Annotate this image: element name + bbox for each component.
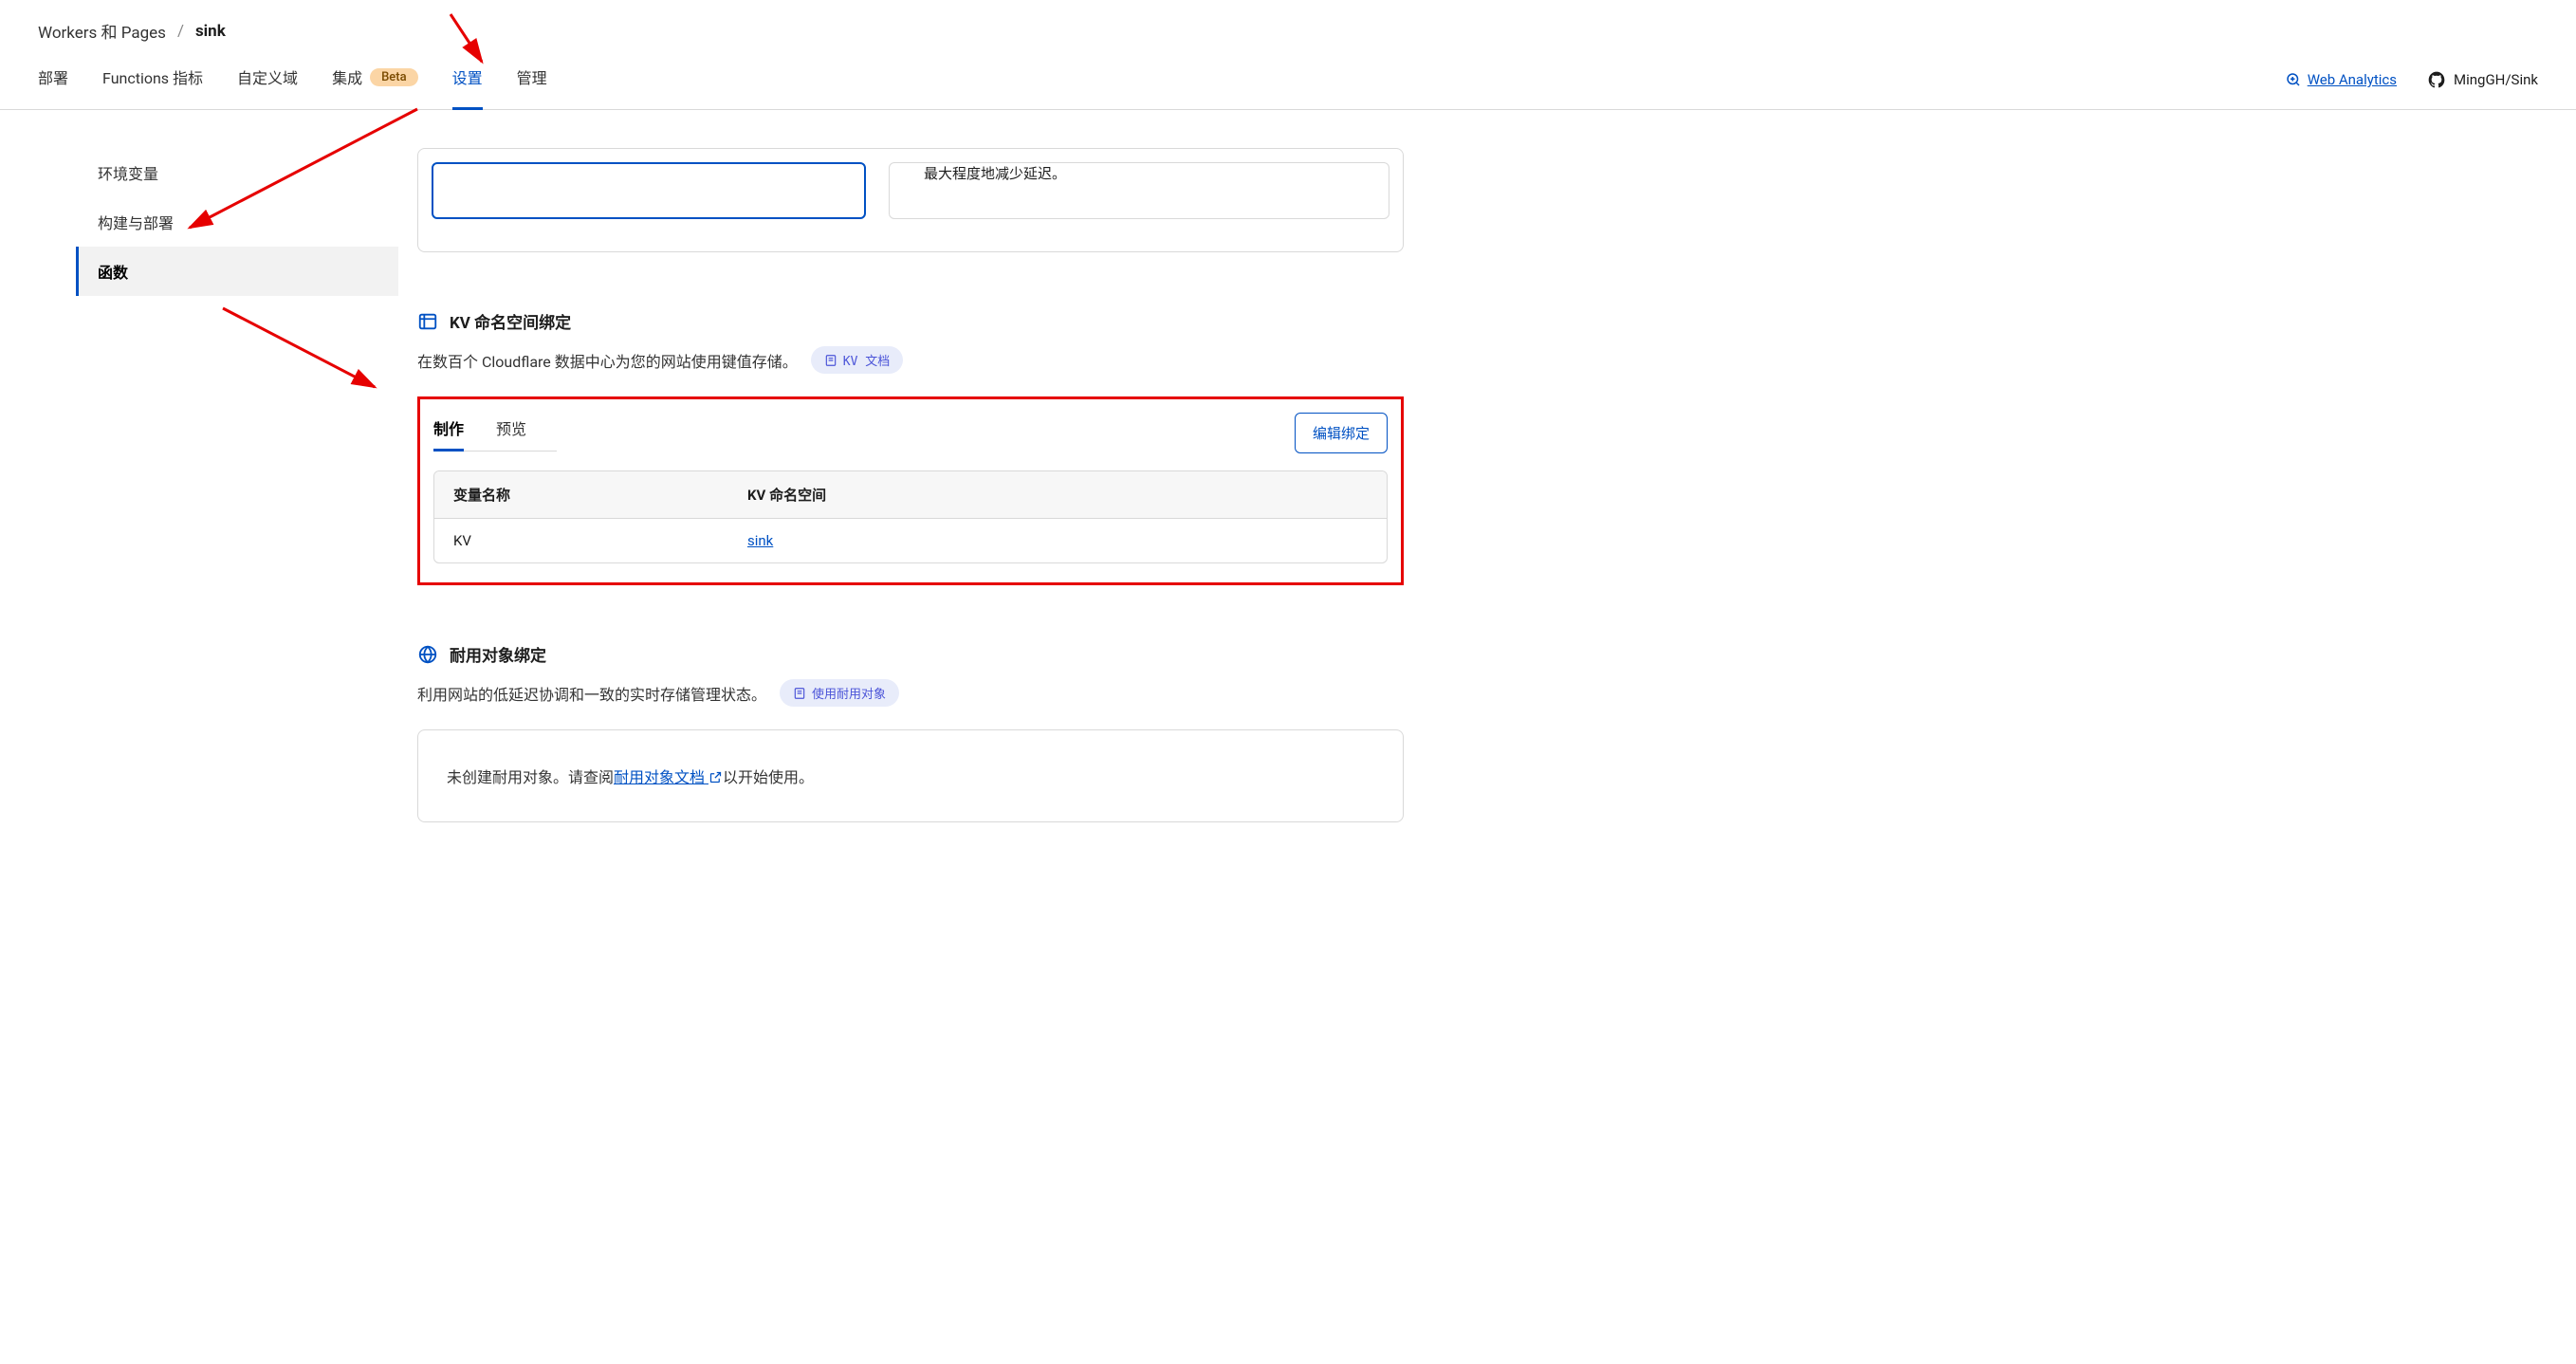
durable-section-desc: 利用网站的低延迟协调和一致的实时存储管理状态。 [417,682,766,705]
doc-icon [793,687,806,700]
kv-doc-label: KV 文档 [843,351,890,369]
breadcrumb-current: sink [195,22,226,41]
kv-section-desc: 在数百个 Cloudflare 数据中心为您的网站使用键值存储。 [417,349,798,372]
option-card-selected[interactable] [432,162,866,219]
web-analytics-link[interactable]: Web Analytics [2285,71,2397,88]
kv-col-namespace: KV 命名空间 [747,485,1368,505]
kv-section-title: KV 命名空间绑定 [450,309,571,333]
kv-doc-badge[interactable]: KV 文档 [811,346,903,374]
durable-placeholder-suffix: 以开始使用。 [723,768,814,786]
breadcrumb: Workers 和 Pages / sink [38,19,2538,43]
github-repo-label: MingGH/Sink [2454,71,2538,88]
github-repo-link[interactable]: MingGH/Sink [2427,70,2538,89]
sub-tab-preview[interactable]: 预览 [496,416,526,452]
tab-settings[interactable]: 设置 [452,65,483,110]
kv-binding-section: KV 命名空间绑定 在数百个 Cloudflare 数据中心为您的网站使用键值存… [417,309,1404,585]
tab-integration[interactable]: 集成 Beta [332,65,418,110]
web-analytics-label: Web Analytics [2308,71,2397,88]
durable-placeholder-prefix: 未创建耐用对象。请查阅 [447,768,614,786]
kv-col-variable-name: 变量名称 [453,485,747,505]
sub-tab-production[interactable]: 制作 [433,416,464,452]
kv-row-name: KV [453,532,747,549]
kv-table-row: KV sink [434,519,1387,562]
edit-binding-button[interactable]: 编辑绑定 [1295,413,1388,453]
sidebar-item-build[interactable]: 构建与部署 [76,197,398,247]
tab-manage[interactable]: 管理 [517,65,547,110]
analytics-icon [2285,71,2302,88]
durable-doc-label: 使用耐用对象 [812,684,886,702]
breadcrumb-sep: / [177,22,184,41]
kv-row-namespace-link[interactable]: sink [747,532,773,549]
durable-section-desc-row: 利用网站的低延迟协调和一致的实时存储管理状态。 使用耐用对象 [417,679,1404,707]
external-link-icon [708,770,723,784]
durable-section-title: 耐用对象绑定 [450,642,546,666]
tab-functions-metrics[interactable]: Functions 指标 [102,65,203,110]
sidebar-item-functions[interactable]: 函数 [76,247,398,296]
doc-icon [824,354,837,367]
settings-sidebar: 环境变量 构建与部署 函数 [76,148,398,822]
sidebar-item-env[interactable]: 环境变量 [76,148,398,197]
kv-card-icon [417,311,438,332]
option-card-other[interactable]: 最大程度地减少延迟。 [889,162,1389,219]
globe-icon [417,644,438,665]
beta-badge: Beta [370,68,418,86]
durable-binding-section: 耐用对象绑定 利用网站的低延迟协调和一致的实时存储管理状态。 使用耐用对象 未创… [417,642,1404,822]
tab-deploy[interactable]: 部署 [38,65,68,110]
breadcrumb-root[interactable]: Workers 和 Pages [38,19,166,43]
github-icon [2427,70,2446,89]
main-tabs: 部署 Functions 指标 自定义域 集成 Beta 设置 管理 [38,65,547,109]
tab-integration-label: 集成 [332,65,362,88]
durable-section-title-row: 耐用对象绑定 [417,642,1404,666]
kv-section-desc-row: 在数百个 Cloudflare 数据中心为您的网站使用键值存储。 KV 文档 [417,346,1404,374]
durable-doc-badge[interactable]: 使用耐用对象 [780,679,899,707]
tab-custom-domain[interactable]: 自定义域 [237,65,298,110]
option-card-text: 最大程度地减少延迟。 [924,163,1066,183]
kv-table-header: 变量名称 KV 命名空间 [434,471,1387,519]
annotation-highlight-box: 制作 预览 编辑绑定 变量名称 KV 命名空间 KV sink [417,396,1404,585]
durable-placeholder-card: 未创建耐用对象。请查阅耐用对象文档 以开始使用。 [417,729,1404,822]
kv-sub-tabs: 制作 预览 [433,413,557,452]
durable-doc-link[interactable]: 耐用对象文档 [614,768,723,786]
kv-section-title-row: KV 命名空间绑定 [417,309,1404,333]
kv-table: 变量名称 KV 命名空间 KV sink [433,470,1388,563]
